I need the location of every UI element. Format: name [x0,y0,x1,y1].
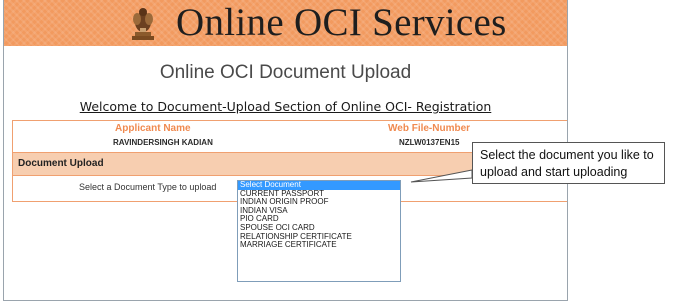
callout-pointer [410,169,473,183]
